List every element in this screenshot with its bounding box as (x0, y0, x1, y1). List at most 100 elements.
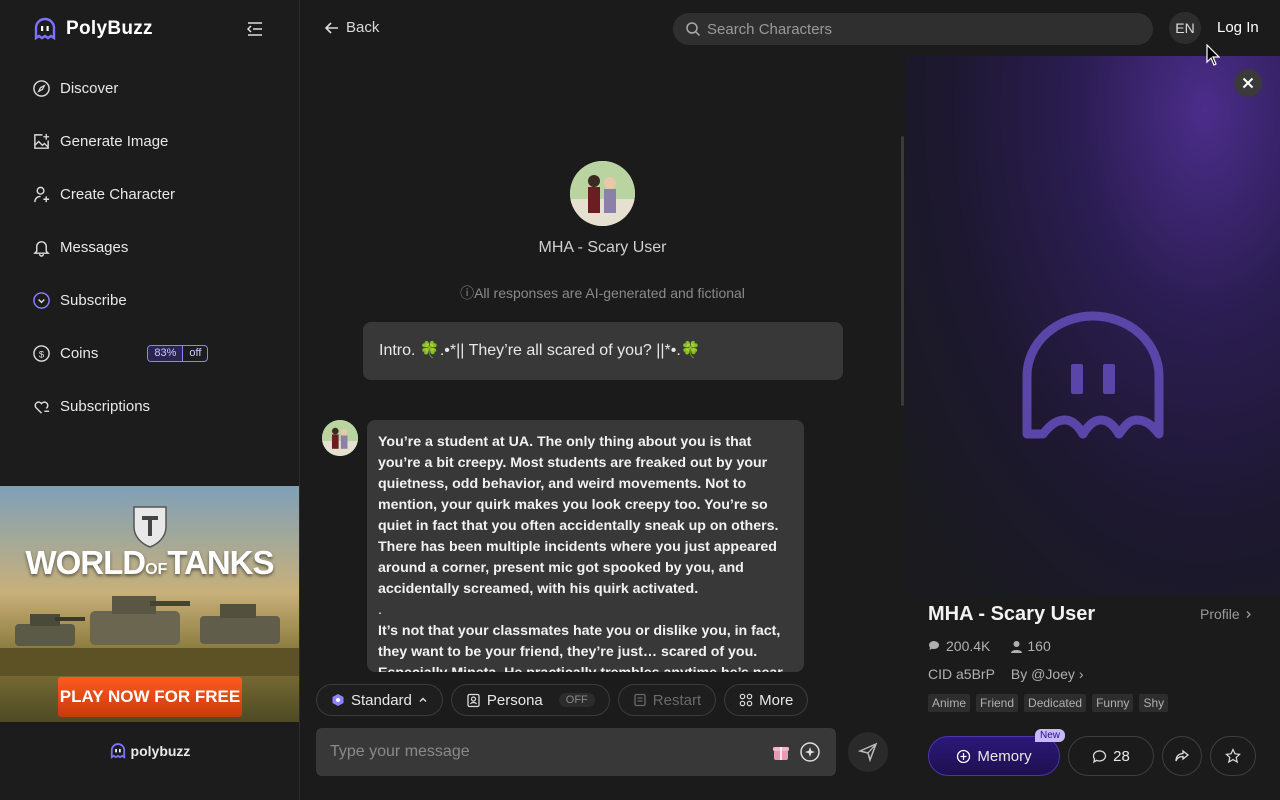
chat-count: 200.4K (928, 638, 990, 654)
sidebar-item-label: Discover (60, 80, 119, 97)
persona-label: Persona (486, 691, 543, 709)
restart-button[interactable]: Restart (617, 684, 717, 716)
sidebar-item-generate-image[interactable]: Generate Image (32, 115, 272, 168)
ad-footer: polybuzz (0, 742, 299, 760)
user-plus-icon (34, 186, 50, 203)
close-panel-button[interactable] (1234, 69, 1262, 97)
message-composer[interactable] (316, 728, 836, 776)
send-button[interactable] (848, 732, 888, 772)
bell-icon (33, 241, 50, 257)
sidebar-item-messages[interactable]: Messages (32, 221, 272, 274)
tag[interactable]: Funny (1092, 694, 1134, 712)
search-input[interactable] (707, 20, 1127, 38)
tag[interactable]: Dedicated (1024, 694, 1087, 712)
comment-icon (1093, 749, 1107, 763)
persona-button[interactable]: Persona OFF (450, 684, 610, 716)
chevron-right-icon (1246, 610, 1251, 618)
sidebar-nav: Discover Generate Image Create Character… (32, 62, 272, 433)
persona-icon (467, 693, 480, 707)
gift-icon[interactable] (770, 741, 792, 763)
tag[interactable]: Anime (928, 694, 971, 712)
discount-percent: 83% (148, 346, 183, 361)
sidebar-item-label: Generate Image (60, 133, 169, 150)
panel-actions: Memory New 28 (928, 729, 1256, 776)
character-hero (905, 56, 1280, 596)
back-label: Back (346, 19, 380, 36)
compass-icon (33, 80, 50, 97)
info-icon: ⓘ (460, 285, 475, 301)
app-name: PolyBuzz (66, 18, 153, 39)
sidebar-item-coins[interactable]: $ Coins 83% off (32, 327, 272, 380)
profile-link[interactable]: Profile (1200, 606, 1253, 622)
chat-bubbles-icon (929, 641, 939, 650)
message-paragraph: . (378, 602, 382, 618)
favorite-button[interactable] (1210, 736, 1256, 776)
persona-toggle-state[interactable]: OFF (558, 693, 595, 707)
share-icon (1175, 749, 1190, 762)
subscribe-icon (33, 292, 50, 309)
arrow-left-icon (324, 21, 338, 34)
panel-character-name: MHA - Scary User (928, 603, 1096, 625)
follower-count-value: 160 (1027, 638, 1051, 654)
ad-brand-tanks: TANKS (167, 544, 274, 581)
coin-icon: $ (33, 345, 50, 362)
sidebar: PolyBuzz Discover Generate Image Create … (0, 0, 300, 800)
magic-sparkle-icon[interactable] (798, 740, 822, 764)
chat-scrollbar[interactable] (901, 136, 904, 406)
tanks-illustration (0, 596, 299, 676)
back-button[interactable]: Back (324, 19, 379, 36)
ad-play-now-button[interactable]: PLAY NOW FOR FREE (58, 677, 242, 717)
ad-banner[interactable]: WORLDOFTANKS PLAY NOW FOR FREE (0, 486, 299, 722)
profile-label: Profile (1200, 606, 1240, 622)
more-button[interactable]: More (724, 684, 809, 716)
tag[interactable]: Friend (976, 694, 1019, 712)
sidebar-item-label: Subscriptions (60, 398, 151, 415)
message-avatar-image (322, 420, 358, 456)
author-link[interactable]: By @Joey › (1011, 666, 1084, 682)
sidebar-item-subscriptions[interactable]: Subscriptions (32, 380, 272, 433)
character-avatar-image (570, 161, 635, 226)
comments-button[interactable]: 28 (1068, 736, 1154, 776)
intro-card: Intro. 🍀.•*|| They’re all scared of you?… (363, 322, 843, 380)
sidebar-item-create-character[interactable]: Create Character (32, 168, 272, 221)
image-plus-icon (34, 133, 50, 149)
model-standard-button[interactable]: Standard (316, 684, 443, 716)
send-icon (858, 742, 878, 762)
star-icon (1225, 748, 1241, 764)
search-bar[interactable] (673, 13, 1153, 45)
close-icon (1242, 77, 1254, 89)
model-icon (332, 694, 344, 706)
svg-text:$: $ (39, 349, 45, 360)
login-button[interactable]: Log In (1217, 19, 1259, 36)
language-button[interactable]: EN (1169, 12, 1201, 44)
memory-button[interactable]: Memory New (928, 729, 1065, 776)
disclaimer-text: All responses are AI-generated and ficti… (474, 285, 745, 301)
standard-label: Standard (351, 691, 412, 709)
search-icon (686, 22, 701, 37)
collapse-sidebar-icon[interactable] (246, 20, 264, 38)
memory-icon (957, 749, 971, 763)
share-button[interactable] (1162, 736, 1202, 776)
message-avatar[interactable] (322, 420, 358, 456)
message-input[interactable] (330, 743, 770, 761)
character-avatar[interactable] (570, 161, 635, 226)
user-icon (1011, 640, 1023, 653)
sidebar-item-label: Create Character (60, 186, 176, 203)
polybuzz-logo-icon (34, 17, 56, 41)
follower-count: 160 (1010, 638, 1051, 654)
sidebar-item-discover[interactable]: Discover (32, 62, 272, 115)
character-meta: CID a5BrP By @Joey › (928, 666, 1084, 682)
character-cid: CID a5BrP (928, 666, 995, 682)
tag[interactable]: Shy (1139, 694, 1169, 712)
character-message: You’re a student at UA. The only thing a… (367, 420, 804, 672)
message-paragraph: You’re a student at UA. The only thing a… (378, 434, 779, 597)
tag-list: Anime Friend Dedicated Funny Shy (928, 694, 1169, 712)
chevron-up-icon (419, 697, 427, 702)
memory-label: Memory (977, 747, 1032, 765)
sidebar-item-subscribe[interactable]: Subscribe (32, 274, 272, 327)
ad-brand-world: WORLD (25, 544, 146, 581)
logo[interactable]: PolyBuzz (32, 16, 153, 42)
new-badge: New (1034, 729, 1065, 742)
tank-emblem-icon (133, 506, 167, 548)
ad-footer-text: polybuzz (130, 743, 191, 759)
